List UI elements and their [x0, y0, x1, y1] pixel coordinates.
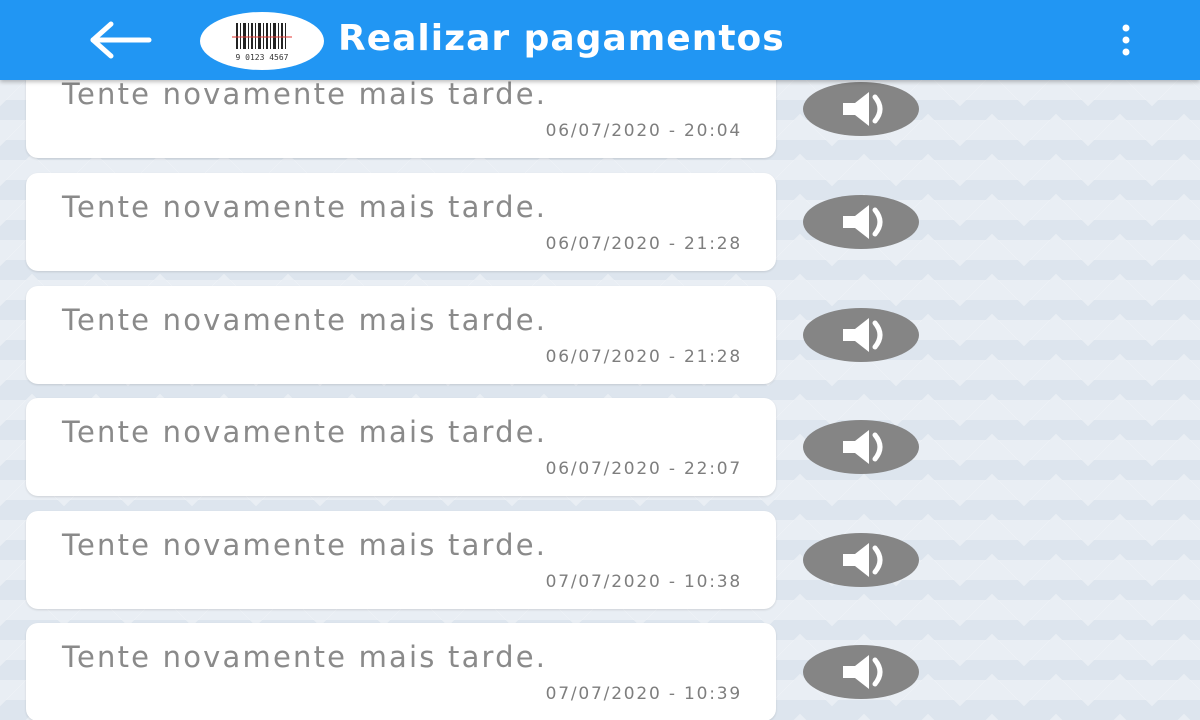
message-text: Tente novamente mais tarde.	[62, 77, 548, 111]
message-row: Tente novamente mais tarde. 06/07/2020 -…	[0, 286, 1200, 386]
message-bubble[interactable]: Tente novamente mais tarde. 07/07/2020 -…	[26, 623, 776, 720]
message-bubble[interactable]: Tente novamente mais tarde. 06/07/2020 -…	[26, 398, 776, 496]
barcode-digits: 9 0123 4567	[236, 53, 289, 62]
barcode-icon: 9 0123 4567	[230, 23, 294, 62]
message-timestamp: 07/07/2020 - 10:39	[545, 684, 742, 704]
message-timestamp: 06/07/2020 - 22:07	[545, 459, 742, 479]
speaker-icon	[843, 430, 883, 464]
speaker-icon	[843, 205, 883, 239]
message-row: Tente novamente mais tarde. 06/07/2020 -…	[0, 173, 1200, 273]
play-audio-button[interactable]	[803, 195, 919, 249]
message-text: Tente novamente mais tarde.	[62, 528, 548, 562]
message-row: Tente novamente mais tarde. 07/07/2020 -…	[0, 623, 1200, 720]
speaker-icon	[843, 318, 883, 352]
play-audio-button[interactable]	[803, 533, 919, 587]
message-bubble[interactable]: Tente novamente mais tarde. 06/07/2020 -…	[26, 173, 776, 271]
message-row: Tente novamente mais tarde. 06/07/2020 -…	[0, 398, 1200, 498]
more-vertical-icon	[1122, 24, 1130, 56]
play-audio-button[interactable]	[803, 420, 919, 474]
message-text: Tente novamente mais tarde.	[62, 303, 548, 337]
message-text: Tente novamente mais tarde.	[62, 190, 548, 224]
message-text: Tente novamente mais tarde.	[62, 415, 548, 449]
speaker-icon	[843, 92, 883, 126]
message-row: Tente novamente mais tarde. 07/07/2020 -…	[0, 511, 1200, 611]
back-button[interactable]	[80, 10, 160, 70]
avatar[interactable]: 9 0123 4567	[200, 12, 324, 70]
speaker-icon	[843, 543, 883, 577]
message-timestamp: 07/07/2020 - 10:38	[545, 572, 742, 592]
message-timestamp: 06/07/2020 - 21:28	[545, 234, 742, 254]
message-bubble[interactable]: Tente novamente mais tarde. 07/07/2020 -…	[26, 511, 776, 609]
overflow-menu-button[interactable]	[1100, 12, 1152, 68]
arrow-left-icon	[90, 21, 152, 59]
message-timestamp: 06/07/2020 - 20:04	[545, 121, 742, 141]
play-audio-button[interactable]	[803, 645, 919, 699]
message-list[interactable]: Tente novamente mais tarde. 06/07/2020 -…	[0, 0, 1200, 720]
page-title: Realizar pagamentos	[338, 18, 785, 59]
message-bubble[interactable]: Tente novamente mais tarde. 06/07/2020 -…	[26, 286, 776, 384]
speaker-icon	[843, 655, 883, 689]
app-bar: 9 0123 4567 Realizar pagamentos	[0, 0, 1200, 80]
play-audio-button[interactable]	[803, 308, 919, 362]
message-text: Tente novamente mais tarde.	[62, 640, 548, 674]
play-audio-button[interactable]	[803, 82, 919, 136]
message-timestamp: 06/07/2020 - 21:28	[545, 347, 742, 367]
